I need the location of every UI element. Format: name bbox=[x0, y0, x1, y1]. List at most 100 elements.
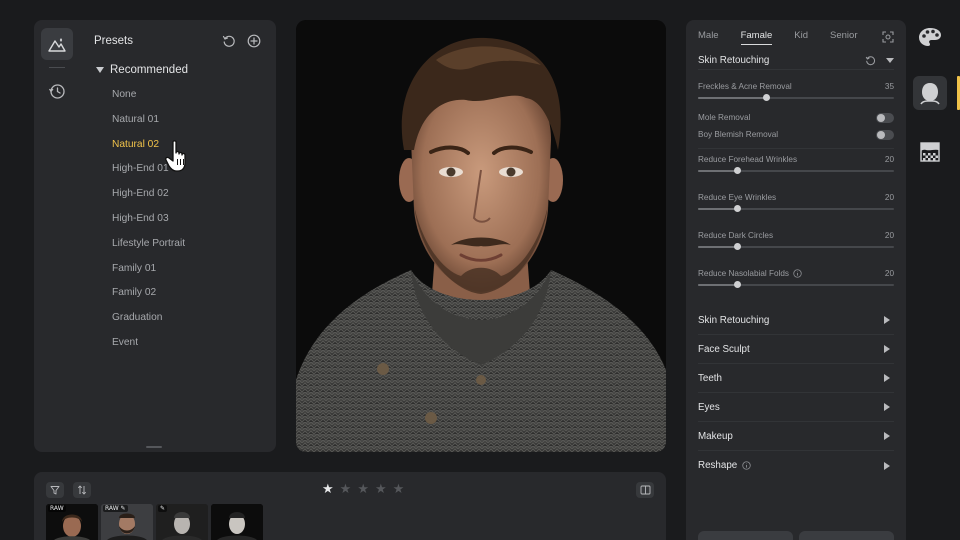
preset-item-high-end-03[interactable]: High-End 03 bbox=[112, 207, 262, 232]
slider-knob[interactable] bbox=[733, 281, 741, 288]
slider-label: Reduce Forehead Wrinkles bbox=[698, 155, 798, 164]
expand-arrow-icon bbox=[884, 461, 890, 470]
slider-value: 20 bbox=[884, 193, 894, 202]
mole-removal-toggle[interactable] bbox=[876, 113, 894, 123]
dark-circles-slider[interactable]: Reduce Dark Circles 20 bbox=[698, 231, 894, 263]
blemish-removal-toggle-row: Boy Blemish Removal bbox=[698, 129, 894, 143]
face-detect-icon[interactable] bbox=[882, 31, 894, 43]
slider-fill bbox=[698, 170, 738, 172]
preset-item-graduation[interactable]: Graduation bbox=[112, 306, 262, 331]
reset-icon bbox=[222, 35, 235, 47]
star-2-icon[interactable]: ★ bbox=[340, 482, 352, 496]
tab-famale[interactable]: Famale bbox=[740, 30, 773, 45]
thumbnail-image bbox=[211, 504, 263, 540]
face-icon bbox=[920, 83, 940, 105]
star-5-icon[interactable]: ★ bbox=[393, 482, 405, 496]
slider-track[interactable] bbox=[698, 281, 894, 288]
filter-button[interactable] bbox=[46, 482, 64, 498]
checkerboard-icon bbox=[920, 142, 940, 162]
slider-track[interactable] bbox=[698, 205, 894, 212]
preset-item-lifestyle-portrait[interactable]: Lifestyle Portrait bbox=[112, 232, 262, 257]
category-face-sculpt[interactable]: Face Sculpt bbox=[698, 335, 894, 364]
star-rating[interactable]: ★ ★ ★ ★ ★ bbox=[322, 482, 404, 496]
preset-item-family-02[interactable]: Family 02 bbox=[112, 281, 262, 306]
slider-label: Freckles & Acne Removal bbox=[698, 82, 792, 91]
preset-group-header[interactable]: Recommended bbox=[96, 64, 188, 76]
history-tool-button[interactable] bbox=[41, 75, 73, 107]
reset-icon[interactable] bbox=[865, 55, 876, 66]
presets-title: Presets bbox=[94, 35, 133, 47]
background-module-button[interactable] bbox=[913, 135, 947, 169]
raw-edited-badge: RAW ✎ bbox=[103, 505, 128, 512]
info-icon[interactable] bbox=[742, 461, 751, 470]
slider-label: Reduce Nasolabial Folds bbox=[698, 269, 802, 278]
divider bbox=[698, 148, 894, 149]
compare-view-button[interactable] bbox=[636, 482, 654, 498]
presets-tool-button[interactable] bbox=[41, 28, 73, 60]
panel-resize-handle[interactable] bbox=[146, 446, 162, 448]
bottom-action-button-2[interactable] bbox=[799, 531, 894, 540]
category-label: Makeup bbox=[698, 430, 733, 442]
thumbnail[interactable] bbox=[211, 504, 263, 540]
split-view-icon bbox=[640, 485, 650, 495]
preset-item-natural-01[interactable]: Natural 01 bbox=[112, 108, 262, 133]
slider-track[interactable] bbox=[698, 243, 894, 250]
palette-icon bbox=[919, 28, 941, 46]
expand-arrow-icon bbox=[884, 374, 890, 382]
expand-arrow-icon bbox=[884, 345, 890, 353]
preset-item-family-01[interactable]: Family 01 bbox=[112, 257, 262, 282]
slider-knob[interactable] bbox=[733, 205, 741, 212]
preset-item-none[interactable]: None bbox=[112, 83, 262, 108]
portrait-photo bbox=[296, 20, 666, 452]
star-4-icon[interactable]: ★ bbox=[375, 482, 387, 496]
thumbnail[interactable]: RAW bbox=[46, 504, 98, 540]
slider-track[interactable] bbox=[698, 167, 894, 174]
star-3-icon[interactable]: ★ bbox=[357, 482, 369, 496]
category-makeup[interactable]: Makeup bbox=[698, 422, 894, 451]
hand-cursor-icon bbox=[165, 140, 186, 172]
thumbnail[interactable]: RAW ✎ bbox=[101, 504, 153, 540]
rail-divider bbox=[49, 67, 65, 68]
preset-item-event[interactable]: Event bbox=[112, 331, 262, 356]
skin-retouching-header[interactable]: Skin Retouching bbox=[698, 55, 894, 66]
slider-knob[interactable] bbox=[733, 167, 741, 174]
info-icon[interactable] bbox=[793, 269, 802, 278]
sort-button[interactable] bbox=[73, 482, 91, 498]
slider-knob[interactable] bbox=[733, 243, 741, 250]
tab-senior[interactable]: Senior bbox=[830, 30, 857, 45]
portrait-module-button[interactable] bbox=[913, 76, 947, 110]
category-skin-retouching[interactable]: Skin Retouching bbox=[698, 306, 894, 335]
category-reshape[interactable]: Reshape bbox=[698, 451, 894, 480]
reset-presets-button[interactable] bbox=[221, 33, 237, 49]
bottom-action-button-1[interactable] bbox=[698, 531, 793, 540]
thumbnail[interactable]: ✎ bbox=[156, 504, 208, 540]
preset-item-high-end-02[interactable]: High-End 02 bbox=[112, 182, 262, 207]
star-1-icon[interactable]: ★ bbox=[322, 482, 334, 496]
blemish-removal-toggle[interactable] bbox=[876, 130, 894, 140]
eye-wrinkles-slider[interactable]: Reduce Eye Wrinkles 20 bbox=[698, 193, 894, 225]
section-title: Skin Retouching bbox=[698, 55, 770, 66]
slider-value: 20 bbox=[884, 155, 894, 164]
forehead-wrinkles-slider[interactable]: Reduce Forehead Wrinkles 20 bbox=[698, 155, 894, 187]
category-label: Skin Retouching bbox=[698, 314, 770, 326]
slider-knob[interactable] bbox=[763, 94, 771, 101]
expand-arrow-icon bbox=[884, 316, 890, 324]
tab-kid[interactable]: Kid bbox=[794, 30, 808, 45]
expand-arrow-icon bbox=[884, 403, 890, 411]
add-preset-button[interactable] bbox=[246, 33, 262, 49]
expand-arrow-icon bbox=[884, 432, 890, 440]
category-teeth[interactable]: Teeth bbox=[698, 364, 894, 393]
color-module-button[interactable] bbox=[913, 20, 947, 54]
preset-group-label: Recommended bbox=[110, 64, 188, 76]
tab-male[interactable]: Male bbox=[698, 30, 719, 45]
nasolabial-folds-slider[interactable]: Reduce Nasolabial Folds 20 bbox=[698, 269, 894, 301]
photo-canvas[interactable] bbox=[296, 20, 666, 452]
sort-icon bbox=[77, 485, 87, 495]
subject-tabs: Male Famale Kid Senior bbox=[698, 30, 879, 45]
slider-track[interactable] bbox=[698, 94, 894, 101]
slider-value: 20 bbox=[884, 231, 894, 240]
collapse-icon[interactable] bbox=[886, 58, 894, 63]
freckles-acne-slider[interactable]: Freckles & Acne Removal 35 bbox=[698, 82, 894, 114]
slider-label: Reduce Eye Wrinkles bbox=[698, 193, 777, 202]
category-eyes[interactable]: Eyes bbox=[698, 393, 894, 422]
